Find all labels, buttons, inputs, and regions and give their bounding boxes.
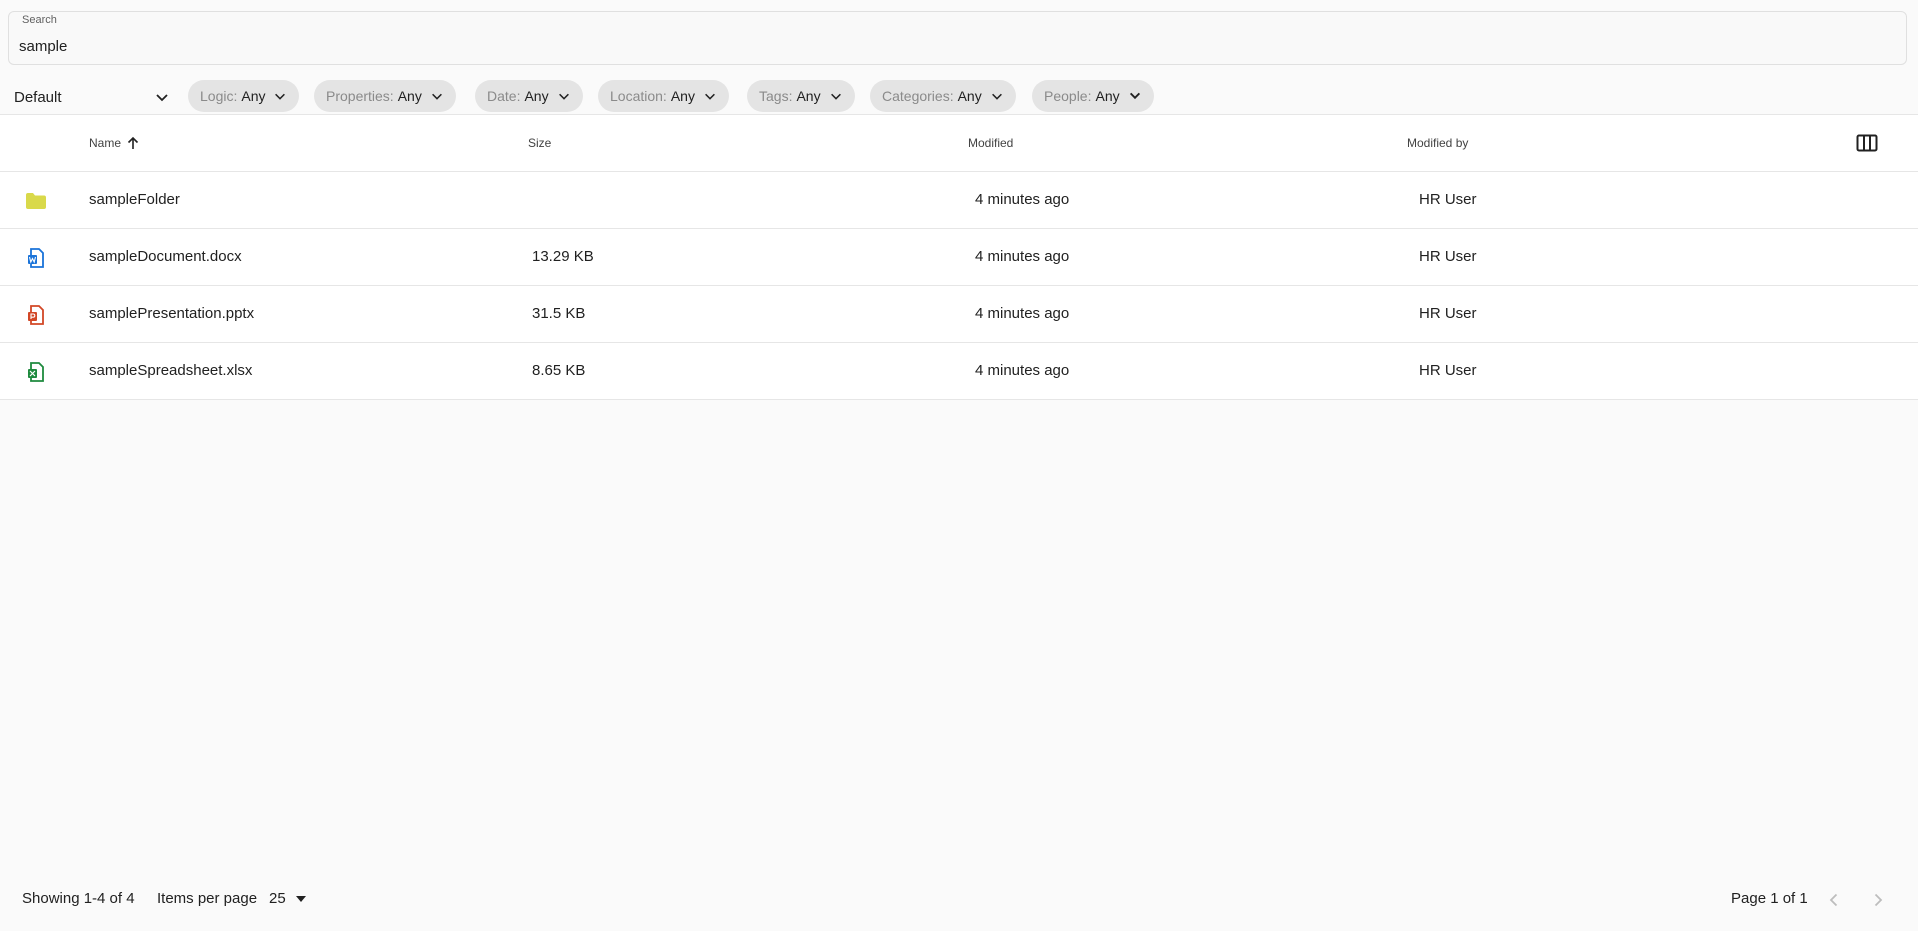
column-header-size[interactable]: Size xyxy=(528,136,551,150)
row-name: sampleFolder xyxy=(89,191,180,208)
row-name: sampleDocument.docx xyxy=(89,248,242,265)
word-document-icon xyxy=(25,247,47,269)
chip-value: Any xyxy=(957,88,982,104)
column-header-modified-by[interactable]: Modified by xyxy=(1407,136,1468,150)
chip-value: Any xyxy=(241,88,266,104)
chevron-down-icon xyxy=(430,89,444,103)
folder-icon xyxy=(25,190,47,212)
row-modified-by: HR User xyxy=(1419,362,1477,379)
row-name: samplePresentation.pptx xyxy=(89,305,255,322)
items-per-page-label: Items per page xyxy=(157,890,258,907)
chip-value: Any xyxy=(1095,88,1120,104)
chip-value: Any xyxy=(397,88,422,104)
pagination-bar: Showing 1-4 of 4 Items per page 25 Page … xyxy=(0,876,1918,922)
excel-document-icon xyxy=(25,361,47,383)
row-modified: 4 minutes ago xyxy=(975,248,1070,265)
chip-label: Location: xyxy=(610,88,667,104)
table-row[interactable]: samplePresentation.pptx 31.5 KB 4 minute… xyxy=(0,286,1918,343)
next-page-icon[interactable] xyxy=(1868,890,1888,910)
showing-range: Showing 1-4 of 4 xyxy=(22,890,135,907)
chip-label: People: xyxy=(1044,88,1092,104)
table-row[interactable]: sampleFolder 4 minutes ago HR User xyxy=(0,172,1918,229)
row-size: 31.5 KB xyxy=(532,305,586,322)
column-header-label: Modified xyxy=(968,136,1014,150)
chip-label: Categories: xyxy=(882,88,954,104)
chip-label: Tags: xyxy=(759,88,793,104)
chip-value: Any xyxy=(524,88,549,104)
page-info: Page 1 of 1 xyxy=(1731,890,1808,907)
column-header-label: Modified by xyxy=(1407,136,1469,150)
row-size: 8.65 KB xyxy=(532,362,586,379)
row-modified-by: HR User xyxy=(1419,305,1477,322)
previous-page-icon[interactable] xyxy=(1824,890,1844,910)
row-modified: 4 minutes ago xyxy=(975,362,1070,379)
search-field[interactable]: Search xyxy=(8,11,1907,65)
columns-icon[interactable] xyxy=(1856,134,1878,152)
row-name: sampleSpreadsheet.xlsx xyxy=(89,362,253,379)
filter-chip-categories[interactable]: Categories: Any xyxy=(870,80,1016,112)
table-header: Name Size Modified Modified by xyxy=(0,115,1918,172)
row-modified: 4 minutes ago xyxy=(975,305,1070,322)
row-modified-by: HR User xyxy=(1419,191,1477,208)
row-modified: 4 minutes ago xyxy=(975,191,1070,208)
chevron-down-icon xyxy=(154,89,170,109)
filter-chip-location[interactable]: Location: Any xyxy=(598,80,729,112)
table-row[interactable]: sampleSpreadsheet.xlsx 8.65 KB 4 minutes… xyxy=(0,343,1918,400)
chevron-down-icon xyxy=(1128,89,1142,103)
filter-chip-tags[interactable]: Tags: Any xyxy=(747,80,855,112)
chevron-down-icon xyxy=(990,89,1004,103)
row-size: 13.29 KB xyxy=(532,248,594,265)
search-label: Search xyxy=(20,14,59,26)
row-modified-by: HR User xyxy=(1419,248,1477,265)
results-table: Name Size Modified Modified by sampleFol… xyxy=(0,114,1918,400)
sort-select-value: Default xyxy=(14,88,62,106)
chevron-down-icon xyxy=(703,89,717,103)
table-row[interactable]: sampleDocument.docx 13.29 KB 4 minutes a… xyxy=(0,229,1918,286)
arrow-up-icon xyxy=(127,136,139,150)
chip-value: Any xyxy=(796,88,821,104)
column-header-label: Name xyxy=(89,136,122,150)
filter-chip-people[interactable]: People: Any xyxy=(1032,80,1154,112)
chip-label: Date: xyxy=(487,88,521,104)
chip-value: Any xyxy=(670,88,695,104)
filter-chip-properties[interactable]: Properties: Any xyxy=(314,80,456,112)
column-header-label: Size xyxy=(528,136,552,150)
search-input[interactable] xyxy=(19,34,1889,58)
powerpoint-document-icon xyxy=(25,304,47,326)
column-header-modified[interactable]: Modified xyxy=(968,136,1013,150)
chevron-down-icon xyxy=(829,89,843,103)
chip-label: Properties: xyxy=(326,88,394,104)
column-header-name[interactable]: Name xyxy=(89,136,139,150)
caret-down-icon xyxy=(295,895,306,902)
filter-bar: Default Logic: Any Properties: Any Date:… xyxy=(0,78,1918,114)
chevron-down-icon xyxy=(273,89,287,103)
items-per-page-select[interactable]: 25 xyxy=(269,890,306,907)
filter-chip-logic[interactable]: Logic: Any xyxy=(188,80,300,112)
items-per-page-value: 25 xyxy=(269,890,286,907)
filter-chip-date[interactable]: Date: Any xyxy=(475,80,583,112)
chip-label: Logic: xyxy=(200,88,238,104)
chevron-down-icon xyxy=(557,89,571,103)
sort-select[interactable]: Default xyxy=(14,84,170,110)
